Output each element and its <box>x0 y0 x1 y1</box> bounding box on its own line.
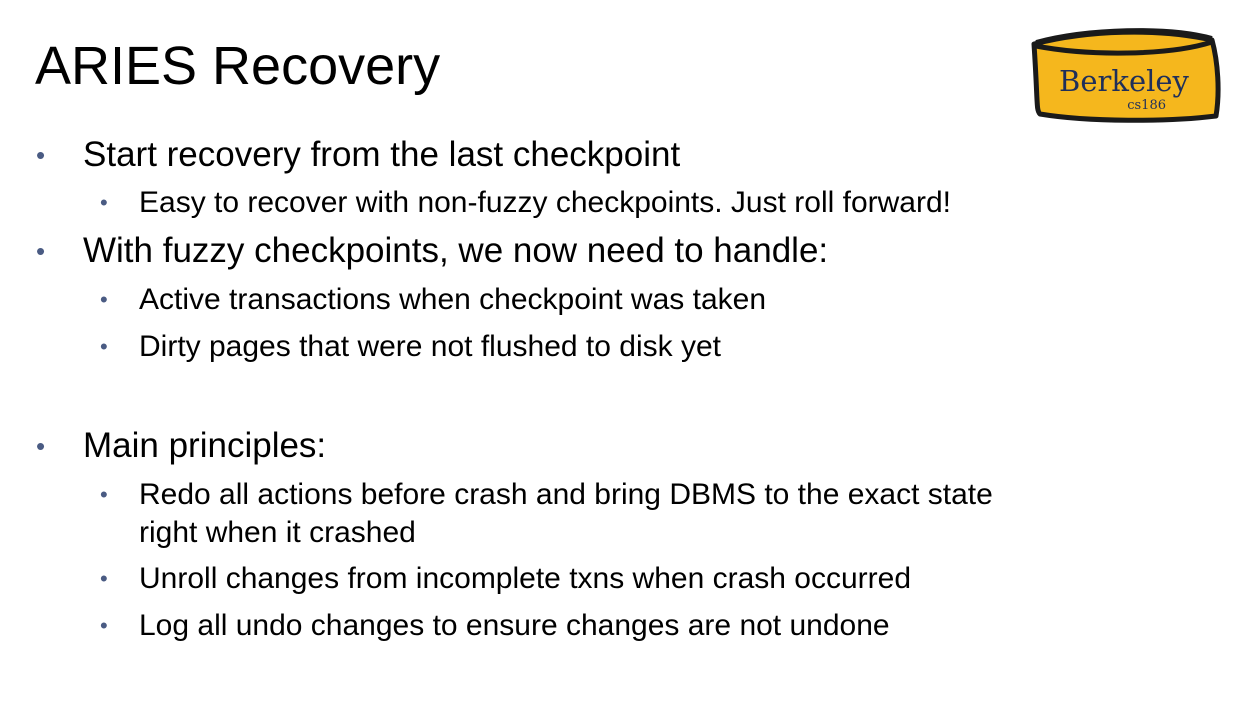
bullet-text: Easy to recover with non-fuzzy checkpoin… <box>139 186 951 219</box>
bullet-dot: • <box>36 431 46 461</box>
bullet-dot: • <box>100 190 108 215</box>
bullet-dot: • <box>100 482 108 507</box>
bullet-text: Start recovery from the last checkpoint <box>83 135 681 174</box>
bullet-dot: • <box>100 334 108 359</box>
bullet-text: Unroll changes from incomplete txns when… <box>139 562 912 595</box>
bullet-dot: • <box>100 566 108 591</box>
bullet-dot: • <box>100 613 108 638</box>
bullet-text: Active transactions when checkpoint was … <box>139 283 766 316</box>
bullet-dot: • <box>100 287 108 312</box>
bullet-text: Redo all actions before crash and bring … <box>139 478 993 511</box>
bullet-text: With fuzzy checkpoints, we now need to h… <box>83 231 829 270</box>
bullet-text: Log all undo changes to ensure changes a… <box>139 609 890 642</box>
bullet-text: Main principles: <box>83 426 327 465</box>
bullet-text: Dirty pages that were not flushed to dis… <box>139 330 721 363</box>
bullet-list: • Start recovery from the last checkpoin… <box>0 0 1247 713</box>
bullet-text: right when it crashed <box>139 516 416 549</box>
bullet-dot: • <box>36 140 46 170</box>
bullet-dot: • <box>36 236 46 266</box>
